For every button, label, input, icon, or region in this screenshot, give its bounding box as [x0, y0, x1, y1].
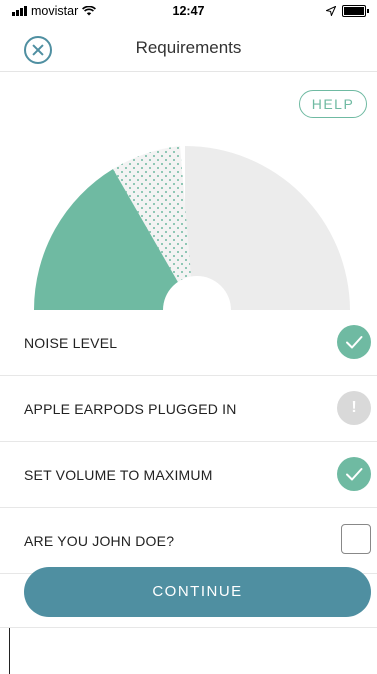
battery-icon [342, 5, 366, 17]
bottom-divider [0, 627, 377, 628]
requirement-label: APPLE EARPODS PLUGGED IN [24, 401, 237, 417]
battery-tip [367, 9, 369, 13]
noise-level-gauge [33, 146, 350, 315]
nav-bar: Requirements [0, 24, 377, 72]
check-icon [337, 325, 371, 359]
location-arrow-icon [326, 6, 336, 16]
exclamation-icon: ! [337, 391, 371, 425]
continue-button[interactable]: CONTINUE [24, 567, 371, 617]
requirement-noise-level: NOISE LEVEL [0, 310, 377, 376]
status-time: 12:47 [172, 4, 205, 18]
requirement-earpods: APPLE EARPODS PLUGGED IN ! [0, 376, 377, 442]
status-bar: movistar 12:47 [0, 0, 377, 24]
requirement-label: NOISE LEVEL [24, 335, 118, 351]
check-icon [337, 457, 371, 491]
requirement-volume: SET VOLUME TO MAXIMUM [0, 442, 377, 508]
requirement-label: SET VOLUME TO MAXIMUM [24, 467, 213, 483]
requirements-list: NOISE LEVEL APPLE EARPODS PLUGGED IN ! S… [0, 310, 377, 574]
requirement-label: ARE YOU JOHN DOE? [24, 533, 175, 549]
left-rule [9, 628, 10, 674]
help-button[interactable]: HELP [299, 90, 367, 118]
requirement-identity: ARE YOU JOHN DOE? [0, 508, 377, 574]
status-right [326, 5, 369, 17]
identity-checkbox[interactable] [341, 524, 371, 554]
page-title: Requirements [135, 38, 242, 57]
